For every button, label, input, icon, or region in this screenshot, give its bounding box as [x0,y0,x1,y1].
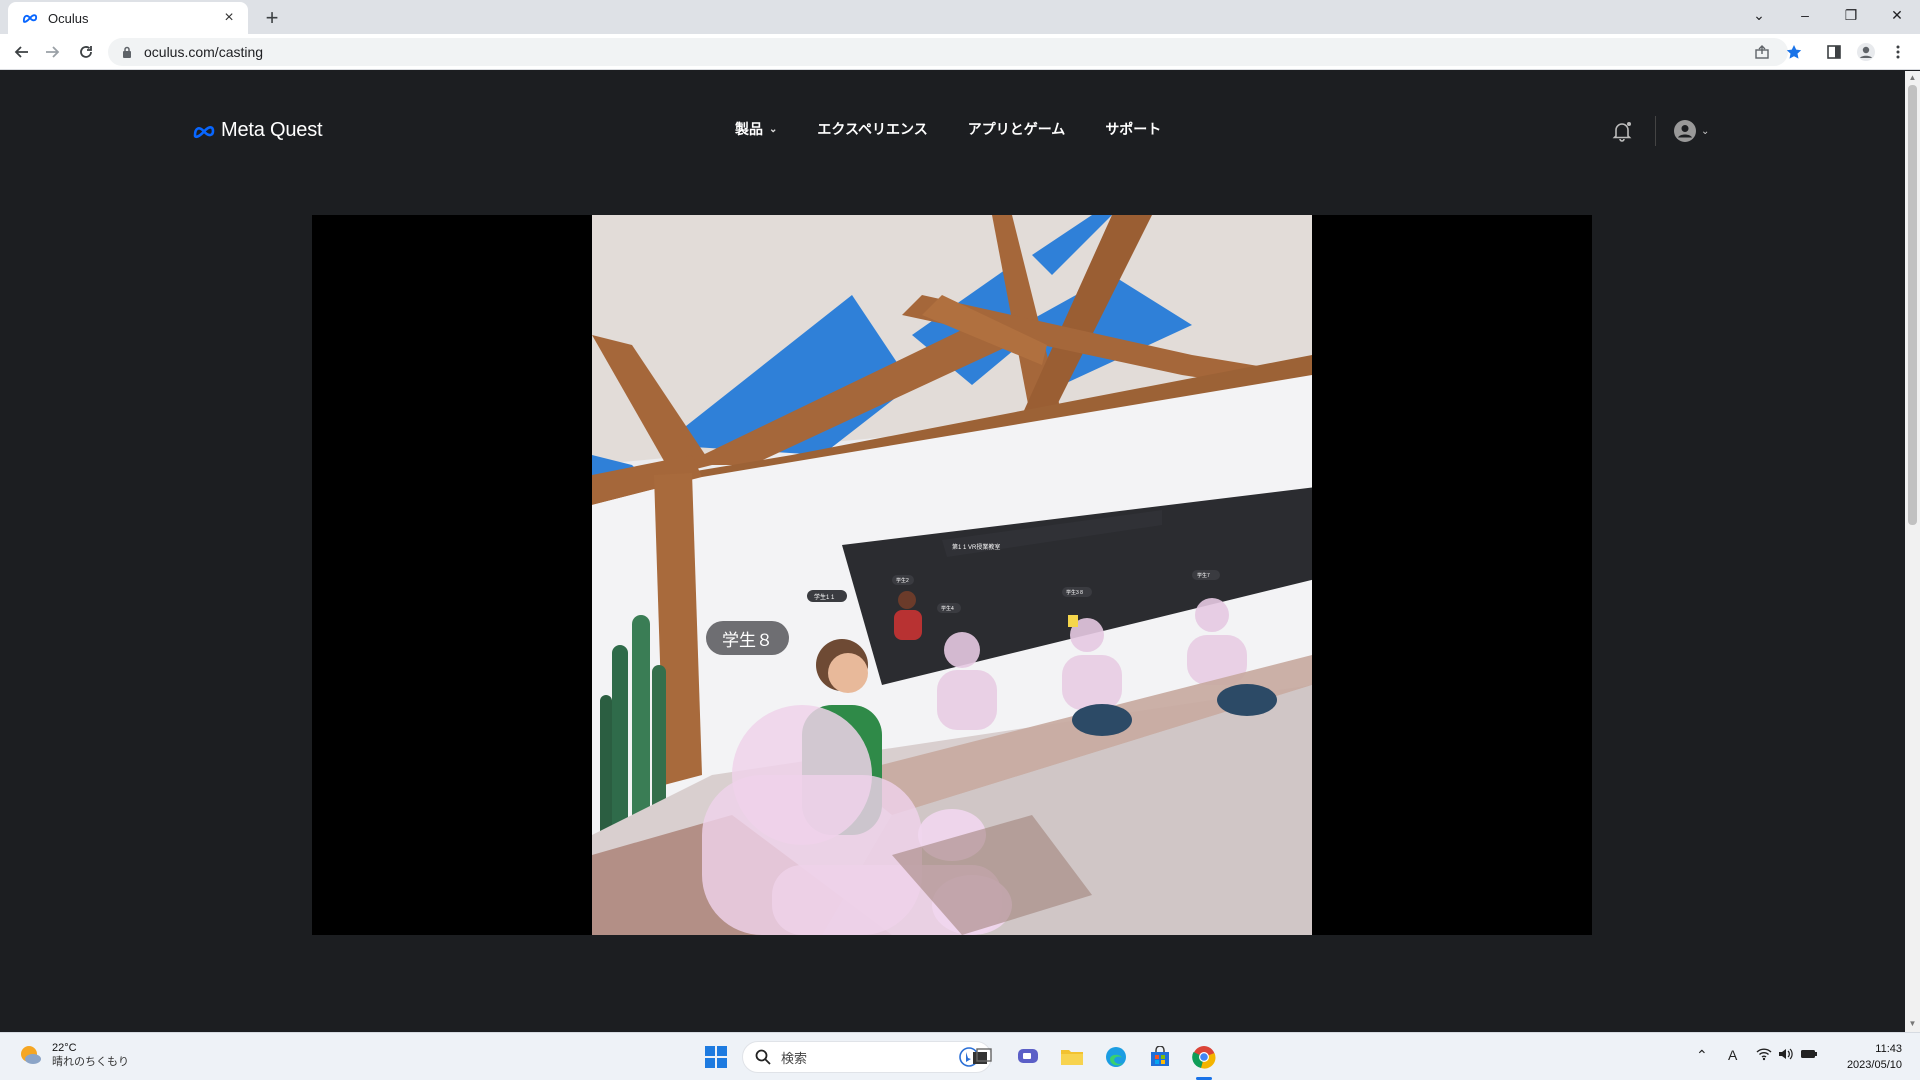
address-bar[interactable]: oculus.com/casting [108,38,1788,66]
logo-text: Meta Quest [221,119,323,141]
board-label-1: 学生1 1 [814,593,835,601]
page-content: Meta Quest 製品 ⌄ エクスペリエンス アプリとゲーム サポート ⌄ [0,71,1905,1032]
tab-search-button[interactable]: ⌄ [1736,0,1782,30]
minimize-button[interactable]: – [1782,0,1828,30]
lock-icon [120,45,134,59]
browser-toolbar: oculus.com/casting [0,34,1920,70]
clock-date: 2023/05/10 [1846,1059,1902,1071]
file-explorer-icon[interactable] [1056,1041,1088,1073]
main-nav: 製品 ⌄ エクスペリエンス アプリとゲーム サポート [735,119,1201,139]
casting-player[interactable]: 第1 1 VR授業教室 学生1 1 学生2 学生4 学生3 8 学生7 学生８ [312,215,1592,935]
chevron-down-icon: ⌄ [769,123,778,135]
windows-start-button[interactable] [700,1041,732,1073]
ime-indicator[interactable]: A [1728,1047,1737,1063]
close-window-button[interactable]: ✕ [1874,0,1920,30]
bookmark-star-icon[interactable] [1780,38,1808,66]
volume-icon[interactable] [1778,1047,1794,1064]
board-label-2: 学生2 [896,577,909,584]
search-icon [755,1049,771,1065]
page-scrollbar[interactable]: ▲ ▼ [1905,71,1920,1032]
reload-button[interactable] [72,38,100,66]
scrollbar-thumb[interactable] [1908,85,1917,525]
meta-infinity-icon [193,125,215,138]
new-tab-button[interactable]: + [258,4,286,32]
board-label-3: 学生4 [941,605,954,612]
arrow-right-icon [46,46,60,58]
scroll-down-icon[interactable]: ▼ [1908,1019,1917,1029]
board-label-5: 学生7 [1197,572,1210,579]
nav-item-label: サポート [1105,121,1162,137]
ms-store-icon[interactable] [1144,1041,1176,1073]
nav-item-products[interactable]: 製品 ⌄ [735,119,777,139]
chevron-down-icon: ⌄ [1701,125,1710,137]
arrow-left-icon [14,46,28,58]
nav-item-support[interactable]: サポート [1105,119,1161,139]
nav-item-experience[interactable]: エクスペリエンス [817,119,927,139]
header-divider [1655,116,1656,146]
share-icon[interactable] [1748,38,1776,66]
tray-overflow-icon[interactable]: ⌃ [1696,1047,1708,1064]
vr-classroom-scene: 第1 1 VR授業教室 学生1 1 学生2 学生4 学生3 8 学生7 [592,215,1312,935]
account-menu-button[interactable]: ⌄ [1673,118,1717,144]
task-view-icon[interactable] [966,1041,998,1073]
edge-browser-icon[interactable] [1100,1041,1132,1073]
weather-temp: 22°C [52,1042,77,1054]
avatar-name-tag: 学生８ [706,621,789,655]
tab-strip: Oculus × + ⌄ – ❐ ✕ [0,0,1920,34]
profile-icon[interactable] [1852,38,1880,66]
side-panel-icon[interactable] [1820,38,1848,66]
weather-widget[interactable]: 22°C 晴れのちくもり [18,1041,129,1069]
restore-button[interactable]: ❐ [1828,0,1874,30]
windows-taskbar: 22°C 晴れのちくもり 検索 ⌃ A 11:43 2023/05/10 [0,1032,1920,1080]
weather-desc: 晴れのちくもり [52,1056,129,1068]
bell-icon[interactable] [1610,119,1634,143]
reload-icon [80,46,92,58]
board-label-4: 学生3 8 [1066,589,1083,596]
windows-logo-icon [705,1046,727,1068]
teams-chat-icon[interactable] [1012,1041,1044,1073]
meta-quest-logo[interactable]: Meta Quest [191,119,323,142]
tab-oculus[interactable]: Oculus × [8,2,248,34]
nav-item-label: アプリとゲーム [967,121,1066,137]
forward-button[interactable] [38,38,66,66]
nav-item-apps-games[interactable]: アプリとゲーム [968,119,1066,139]
tab-title: Oculus [48,10,89,26]
menu-kebab-icon[interactable] [1884,38,1912,66]
account-icon [1674,120,1696,142]
taskbar-search[interactable]: 検索 [742,1041,992,1073]
meta-favicon-icon [22,10,38,26]
wifi-icon[interactable] [1756,1047,1772,1064]
clock-time: 11:43 [1875,1043,1902,1055]
search-label: 検索 [781,1050,808,1066]
weather-sun-cloud-icon [21,1046,41,1064]
scroll-up-icon[interactable]: ▲ [1908,73,1917,83]
battery-icon[interactable] [1800,1047,1818,1063]
system-clock[interactable]: 11:43 2023/05/10 [1830,1041,1902,1073]
casting-stream: 第1 1 VR授業教室 学生1 1 学生2 学生4 学生3 8 学生7 [592,215,1312,935]
chrome-icon[interactable] [1188,1041,1220,1073]
nav-item-label: 製品 [735,121,763,137]
board-title: 第1 1 VR授業教室 [952,543,1000,551]
tab-close-button[interactable]: × [220,9,238,27]
url-text: oculus.com/casting [144,44,264,60]
back-button[interactable] [8,38,36,66]
nav-item-label: エクスペリエンス [817,121,928,137]
